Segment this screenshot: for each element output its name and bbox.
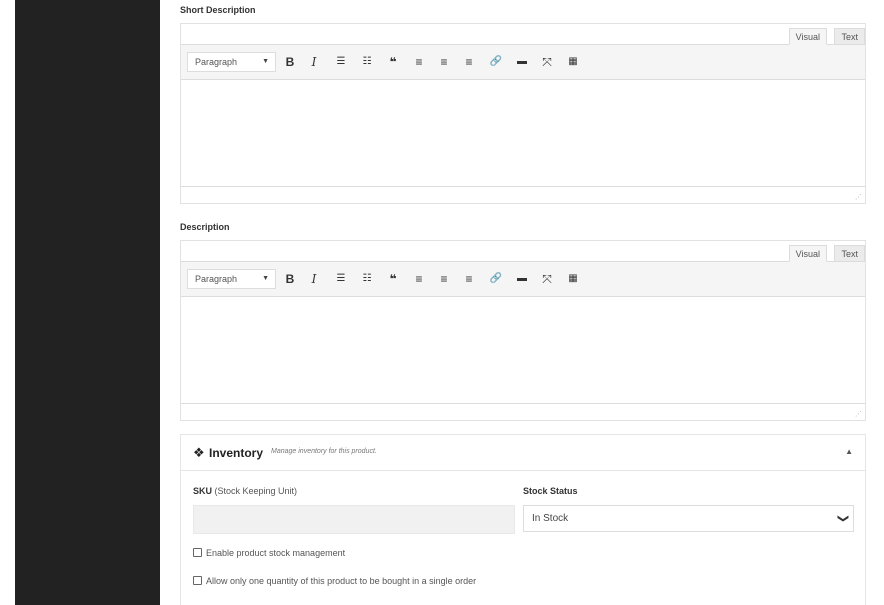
cubes-icon: ❖ xyxy=(193,445,205,460)
manage-stock-checkbox[interactable] xyxy=(193,548,202,557)
manage-stock-row: Enable product stock management xyxy=(193,548,345,558)
manage-stock-label: Enable product stock management xyxy=(206,548,346,558)
caret-down-icon: ▼ xyxy=(262,275,269,282)
link-button[interactable]: 🔗 xyxy=(487,53,505,71)
format-select-value: Paragraph xyxy=(195,57,238,67)
numbered-list-button[interactable]: ☷ xyxy=(358,270,376,288)
format-select[interactable]: Paragraph ▼ xyxy=(187,269,276,289)
inventory-description: Manage inventory for this product. xyxy=(271,448,377,455)
resize-grip-icon[interactable]: ⋰ xyxy=(855,410,862,418)
align-right-button[interactable]: ≡ xyxy=(460,270,478,288)
inventory-title: Inventory xyxy=(209,446,264,460)
tab-text[interactable]: Text xyxy=(834,245,865,262)
tab-visual[interactable]: Visual xyxy=(788,245,827,262)
toolbar-toggle-button[interactable]: ▦ xyxy=(564,270,582,288)
sold-individually-checkbox[interactable] xyxy=(193,576,202,585)
sold-individually-row: Allow only one quantity of this product … xyxy=(193,576,476,586)
bullet-list-button[interactable]: ☰ xyxy=(332,270,350,288)
link-button[interactable]: 🔗 xyxy=(487,270,505,288)
editor-tabs: Visual Text xyxy=(181,24,865,45)
editor-toolbar: Paragraph ▼ B I ☰ ☷ ❝ ≡ ≡ ≡ 🔗 ▬ ⤧ ▦ xyxy=(181,262,865,297)
chevron-down-icon: ❯ xyxy=(836,513,849,524)
italic-button[interactable]: I xyxy=(305,53,323,71)
tab-text[interactable]: Text xyxy=(834,28,865,45)
short-description-content[interactable] xyxy=(181,80,865,187)
bullet-list-button[interactable]: ☰ xyxy=(332,53,350,71)
format-select[interactable]: Paragraph ▼ xyxy=(187,52,276,72)
bold-button[interactable]: B xyxy=(281,270,299,288)
editor-toolbar: Paragraph ▼ B I ☰ ☷ ❝ ≡ ≡ ≡ 🔗 ▬ ⤧ ▦ xyxy=(181,45,865,80)
read-more-button[interactable]: ▬ xyxy=(513,270,531,288)
editor-status-bar: ⋰ xyxy=(181,187,865,203)
description-content[interactable] xyxy=(181,297,865,404)
stock-status-select[interactable]: In Stock ❯ xyxy=(523,505,854,532)
description-label: Description xyxy=(180,222,230,232)
fullscreen-button[interactable]: ⤧ xyxy=(538,270,556,288)
sku-label-suffix: (Stock Keeping Unit) xyxy=(212,486,298,496)
stock-status-label: Stock Status xyxy=(523,486,578,496)
short-description-label: Short Description xyxy=(180,5,256,15)
fullscreen-button[interactable]: ⤧ xyxy=(538,53,556,71)
align-center-button[interactable]: ≡ xyxy=(435,53,453,71)
inventory-panel: ❖ Inventory Manage inventory for this pr… xyxy=(180,434,866,605)
sku-input[interactable] xyxy=(193,505,515,534)
blockquote-button[interactable]: ❝ xyxy=(384,53,402,71)
collapse-arrow-icon[interactable]: ▲ xyxy=(845,447,853,456)
editor-tabs: Visual Text xyxy=(181,241,865,262)
sold-individually-label: Allow only one quantity of this product … xyxy=(206,576,477,586)
stock-status-label-text: Stock Status xyxy=(523,486,578,496)
read-more-button[interactable]: ▬ xyxy=(513,53,531,71)
align-left-button[interactable]: ≡ xyxy=(410,270,428,288)
blockquote-button[interactable]: ❝ xyxy=(384,270,402,288)
editor-status-bar: ⋰ xyxy=(181,404,865,420)
sku-label-strong: SKU xyxy=(193,486,213,496)
description-editor: Visual Text Paragraph ▼ B I ☰ ☷ ❝ ≡ ≡ ≡ … xyxy=(180,240,866,421)
inventory-header[interactable]: ❖ Inventory Manage inventory for this pr… xyxy=(181,435,865,471)
align-left-button[interactable]: ≡ xyxy=(410,53,428,71)
caret-down-icon: ▼ xyxy=(262,58,269,65)
resize-grip-icon[interactable]: ⋰ xyxy=(855,193,862,201)
sku-label: SKU (Stock Keeping Unit) xyxy=(193,486,297,496)
numbered-list-button[interactable]: ☷ xyxy=(358,53,376,71)
short-description-editor: Visual Text Paragraph ▼ B I ☰ ☷ ❝ ≡ ≡ ≡ … xyxy=(180,23,866,204)
italic-button[interactable]: I xyxy=(305,270,323,288)
align-right-button[interactable]: ≡ xyxy=(460,53,478,71)
format-select-value: Paragraph xyxy=(195,274,238,284)
bold-button[interactable]: B xyxy=(281,53,299,71)
toolbar-toggle-button[interactable]: ▦ xyxy=(564,53,582,71)
stock-status-value: In Stock xyxy=(532,513,569,524)
align-center-button[interactable]: ≡ xyxy=(435,270,453,288)
tab-visual[interactable]: Visual xyxy=(788,28,827,45)
admin-sidebar xyxy=(15,0,160,605)
